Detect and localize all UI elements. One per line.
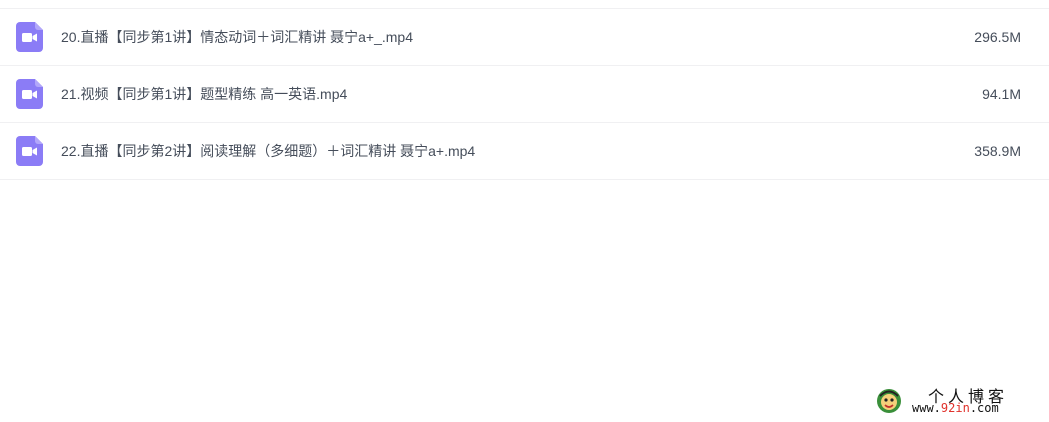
video-file-icon: [16, 79, 43, 109]
watermark-url-suffix: .com: [969, 401, 999, 415]
file-name[interactable]: 21.视频【同步第1讲】题型精练 高一英语.mp4: [61, 66, 347, 122]
file-size: 296.5M: [974, 29, 1021, 45]
file-list: 20.直播【同步第1讲】情态动词＋词汇精讲 聂宁a+_.mp4 296.5M 2…: [0, 8, 1049, 180]
file-row-22[interactable]: 22.直播【同步第2讲】阅读理解（多细题）＋词汇精讲 聂宁a+.mp4 358.…: [0, 123, 1049, 180]
file-name[interactable]: 22.直播【同步第2讲】阅读理解（多细题）＋词汇精讲 聂宁a+.mp4: [61, 123, 475, 179]
file-row-21[interactable]: 21.视频【同步第1讲】题型精练 高一英语.mp4 94.1M: [0, 66, 1049, 123]
mascot-logo-icon: [877, 389, 901, 413]
watermark: 个人博客 www.92in.com: [876, 386, 1041, 418]
watermark-url-prefix: www.: [912, 401, 941, 415]
video-file-icon: [16, 136, 43, 166]
file-name[interactable]: 20.直播【同步第1讲】情态动词＋词汇精讲 聂宁a+_.mp4: [61, 9, 413, 65]
file-row-20[interactable]: 20.直播【同步第1讲】情态动词＋词汇精讲 聂宁a+_.mp4 296.5M: [0, 9, 1049, 66]
file-size: 358.9M: [974, 143, 1021, 159]
watermark-url: www.92in.com: [912, 401, 999, 415]
file-size: 94.1M: [982, 86, 1021, 102]
watermark-url-accent: 92in: [940, 401, 970, 415]
video-file-icon: [16, 22, 43, 52]
